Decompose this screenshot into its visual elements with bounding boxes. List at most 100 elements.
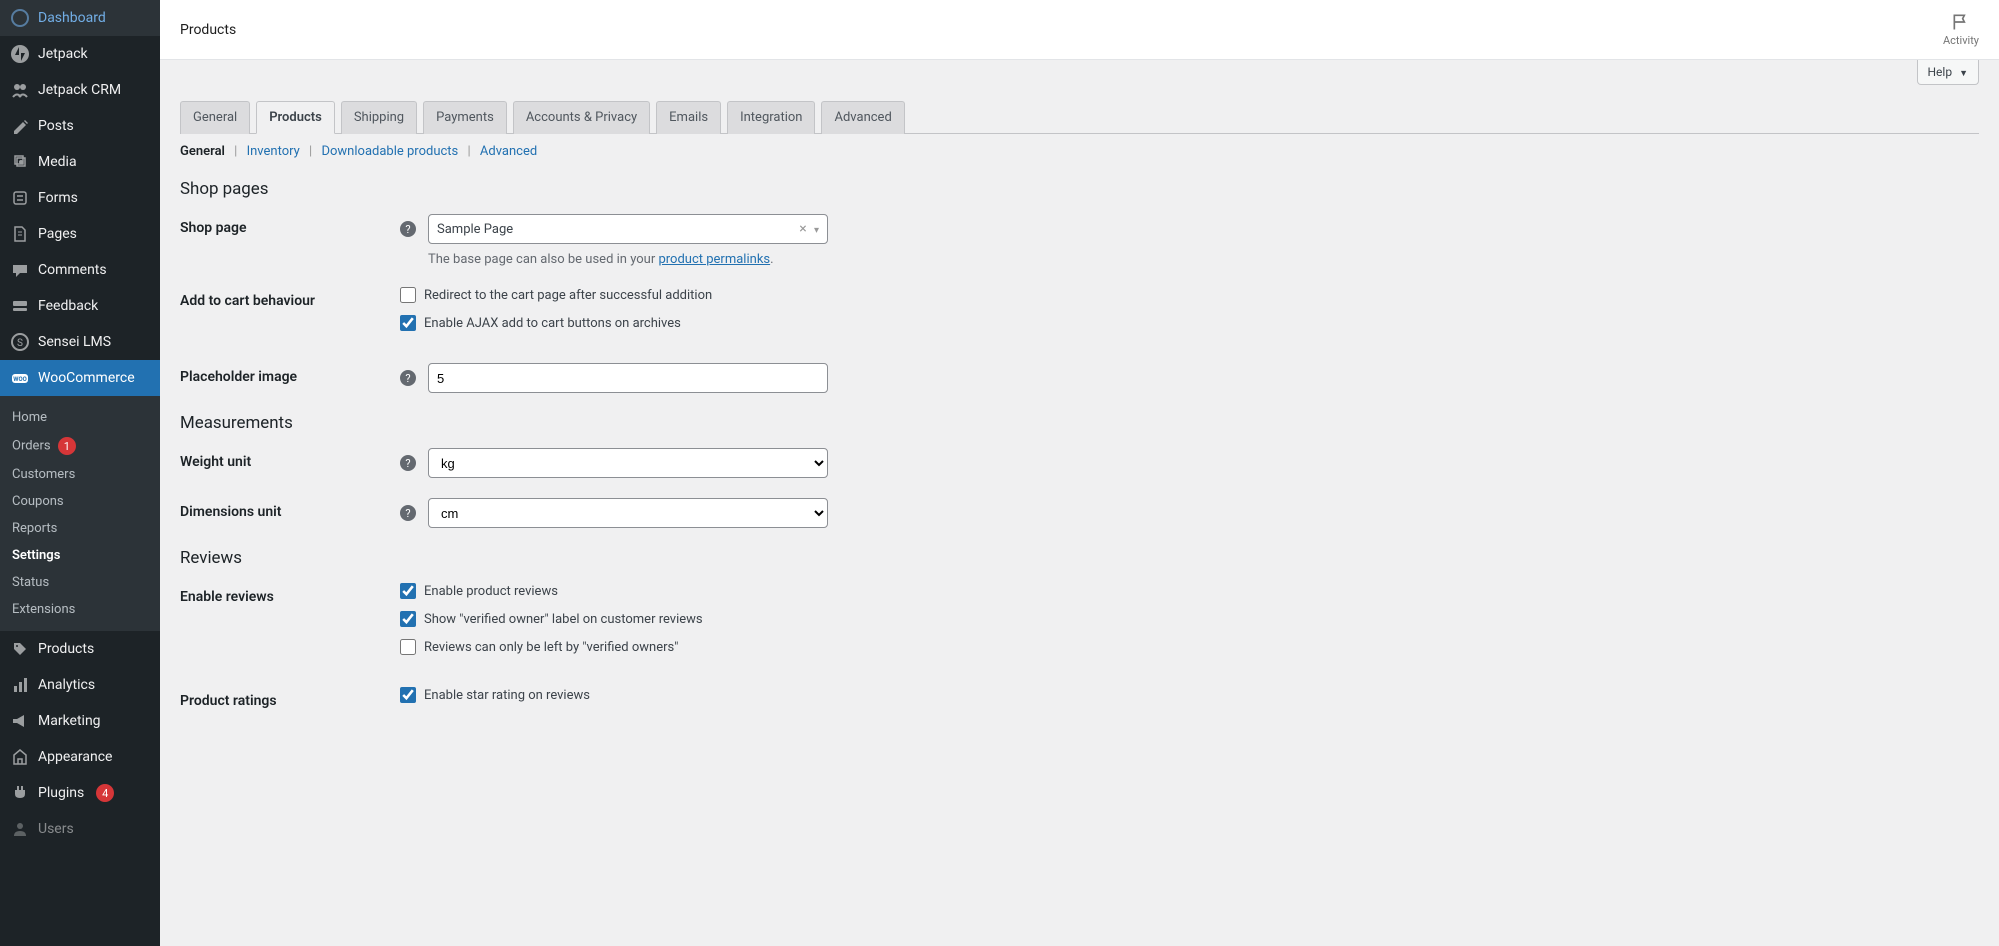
sidebar-item-label: Users [38, 821, 74, 837]
submenu-extensions[interactable]: Extensions [0, 596, 160, 623]
help-icon[interactable]: ? [400, 455, 416, 471]
sidebar-item-jetpack-crm[interactable]: Jetpack CRM [0, 72, 160, 108]
settings-tabs: General Products Shipping Payments Accou… [180, 100, 1979, 134]
product-ratings-row: Product ratings Enable star rating on re… [180, 687, 1979, 715]
shop-page-select[interactable]: Sample Page × ▾ [428, 214, 828, 244]
measurements-heading: Measurements [180, 413, 1979, 433]
sidebar-item-media[interactable]: Media [0, 144, 160, 180]
only-verified-label[interactable]: Reviews can only be left by "verified ow… [424, 640, 678, 655]
star-rating-checkbox[interactable] [400, 687, 416, 703]
sidebar-item-label: Pages [38, 226, 77, 242]
orders-count-badge: 1 [58, 437, 76, 455]
tab-accounts[interactable]: Accounts & Privacy [513, 101, 650, 134]
submenu-reports[interactable]: Reports [0, 515, 160, 542]
placeholder-input[interactable] [428, 363, 828, 393]
ajax-checkbox[interactable] [400, 315, 416, 331]
permalinks-link[interactable]: product permalinks [658, 252, 770, 267]
svg-text:WOO: WOO [13, 376, 27, 383]
settings-content: Help ▼ General Products Shipping Payment… [160, 60, 1999, 775]
submenu-home[interactable]: Home [0, 404, 160, 431]
sidebar-item-label: Marketing [38, 713, 101, 729]
sidebar-item-label: Forms [38, 190, 78, 206]
sidebar-item-comments[interactable]: Comments [0, 252, 160, 288]
help-icon[interactable]: ? [400, 505, 416, 521]
dimensions-row: Dimensions unit ? cm [180, 498, 1979, 528]
submenu-settings[interactable]: Settings [0, 542, 160, 569]
clear-icon[interactable]: × [799, 221, 806, 237]
activity-button[interactable]: Activity [1943, 12, 1979, 47]
submenu-coupons[interactable]: Coupons [0, 488, 160, 515]
sidebar-item-analytics[interactable]: Analytics [0, 667, 160, 703]
tab-integration[interactable]: Integration [727, 101, 815, 134]
sidebar-item-jetpack[interactable]: Jetpack [0, 36, 160, 72]
help-icon[interactable]: ? [400, 370, 416, 386]
placeholder-label: Placeholder image [180, 363, 400, 385]
subsection-general[interactable]: General [180, 144, 225, 159]
forms-icon [10, 188, 30, 208]
tab-emails[interactable]: Emails [656, 101, 721, 134]
sidebar-item-label: Jetpack [38, 46, 88, 62]
only-verified-checkbox[interactable] [400, 639, 416, 655]
sidebar-item-label: Sensei LMS [38, 334, 111, 350]
submenu-orders[interactable]: Orders 1 [0, 431, 160, 461]
add-to-cart-row: Add to cart behaviour Redirect to the ca… [180, 287, 1979, 343]
submenu-label: Orders [12, 439, 51, 454]
plugins-count-badge: 4 [96, 784, 114, 802]
weight-unit-select[interactable]: kg [428, 448, 828, 478]
redirect-checkbox[interactable] [400, 287, 416, 303]
tab-products[interactable]: Products [256, 101, 335, 134]
woocommerce-submenu: Home Orders 1 Customers Coupons Reports … [0, 396, 160, 631]
tab-general[interactable]: General [180, 101, 250, 134]
ajax-label[interactable]: Enable AJAX add to cart buttons on archi… [424, 316, 681, 331]
star-rating-label[interactable]: Enable star rating on reviews [424, 688, 590, 703]
help-tab[interactable]: Help ▼ [1917, 60, 1980, 85]
dimensions-unit-select[interactable]: cm [428, 498, 828, 528]
sensei-icon: S [10, 332, 30, 352]
sidebar-item-products[interactable]: Products [0, 631, 160, 667]
shop-page-description: The base page can also be used in your p… [428, 252, 900, 267]
activity-label: Activity [1943, 34, 1979, 47]
sidebar-item-marketing[interactable]: Marketing [0, 703, 160, 739]
chevron-down-icon: ▾ [814, 225, 819, 236]
submenu-customers[interactable]: Customers [0, 461, 160, 488]
enable-product-reviews-label[interactable]: Enable product reviews [424, 584, 558, 599]
subsection-inventory[interactable]: Inventory [247, 144, 300, 159]
enable-reviews-label: Enable reviews [180, 583, 400, 605]
tab-advanced[interactable]: Advanced [821, 101, 904, 134]
redirect-label[interactable]: Redirect to the cart page after successf… [424, 288, 712, 303]
sidebar-item-label: WooCommerce [38, 370, 135, 386]
verified-owner-checkbox[interactable] [400, 611, 416, 627]
marketing-icon [10, 711, 30, 731]
admin-sidebar: Dashboard Jetpack Jetpack CRM Posts Medi… [0, 0, 160, 946]
tab-shipping[interactable]: Shipping [341, 101, 417, 134]
sidebar-item-sensei[interactable]: S Sensei LMS [0, 324, 160, 360]
product-ratings-label: Product ratings [180, 687, 400, 709]
help-icon[interactable]: ? [400, 221, 416, 237]
sidebar-item-posts[interactable]: Posts [0, 108, 160, 144]
sidebar-item-dashboard[interactable]: Dashboard [0, 0, 160, 36]
jetpack-icon [10, 44, 30, 64]
sidebar-item-appearance[interactable]: Appearance [0, 739, 160, 775]
subsection-downloadable[interactable]: Downloadable products [321, 144, 458, 159]
enable-reviews-row: Enable reviews Enable product reviews Sh… [180, 583, 1979, 667]
sidebar-item-pages[interactable]: Pages [0, 216, 160, 252]
plugins-icon [10, 783, 30, 803]
sidebar-item-label: Appearance [38, 749, 112, 765]
verified-owner-label[interactable]: Show "verified owner" label on customer … [424, 612, 703, 627]
help-label: Help [1928, 65, 1953, 79]
subsection-advanced[interactable]: Advanced [480, 144, 537, 159]
sidebar-item-plugins[interactable]: Plugins 4 [0, 775, 160, 811]
sidebar-item-feedback[interactable]: Feedback [0, 288, 160, 324]
add-to-cart-label: Add to cart behaviour [180, 287, 400, 309]
reviews-heading: Reviews [180, 548, 1979, 568]
media-icon [10, 152, 30, 172]
sidebar-item-forms[interactable]: Forms [0, 180, 160, 216]
flag-icon [1951, 12, 1971, 32]
shop-page-row: Shop page ? Sample Page × ▾ The base pag… [180, 214, 1979, 267]
tab-payments[interactable]: Payments [423, 101, 507, 134]
sidebar-item-woocommerce[interactable]: WOO WooCommerce [0, 360, 160, 396]
sidebar-item-label: Media [38, 154, 77, 170]
enable-product-reviews-checkbox[interactable] [400, 583, 416, 599]
sidebar-item-users[interactable]: Users [0, 811, 160, 847]
submenu-status[interactable]: Status [0, 569, 160, 596]
